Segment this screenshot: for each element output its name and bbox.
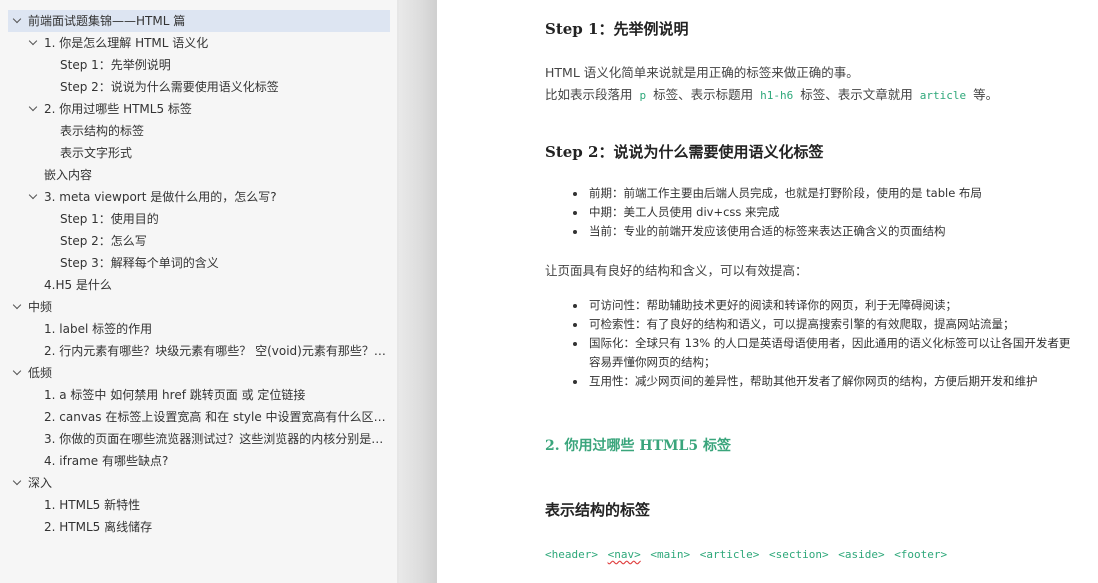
list-item: 可检索性：有了良好的结构和语义，可以提高搜索引擎的有效爬取，提高网站流量； bbox=[587, 315, 1077, 334]
step1-paragraph-line1: HTML 语义化简单来说就是用正确的标签来做正确的事。 bbox=[545, 65, 859, 80]
outline-item[interactable]: Step 1：使用目的 bbox=[8, 208, 390, 230]
code-p: p bbox=[639, 89, 647, 102]
list-item: 当前：专业的前端开发应该使用合适的标签来表达正确含义的页面结构 bbox=[587, 222, 1077, 241]
chevron-down-icon[interactable] bbox=[12, 362, 24, 384]
outline-item-label: 低频 bbox=[28, 366, 53, 380]
outline-item[interactable]: 2. 行内元素有哪些？块级元素有哪些？ 空(void)元素有那些？行内元素和块级… bbox=[8, 340, 390, 362]
outline-item-label: 2. canvas 在标签上设置宽高 和在 style 中设置宽高有什么区别？ bbox=[44, 410, 390, 424]
outline-item-label: 2. 行内元素有哪些？块级元素有哪些？ 空(void)元素有那些？行内元素和块级… bbox=[44, 344, 390, 358]
chevron-down-icon[interactable] bbox=[12, 10, 24, 32]
outline-item[interactable]: 深入 bbox=[8, 472, 390, 494]
outline-item-label: 嵌入内容 bbox=[44, 168, 93, 182]
code-h1-h6: h1-h6 bbox=[760, 89, 794, 102]
outline-item-label: 1. HTML5 新特性 bbox=[44, 498, 141, 512]
step1-text-c: 标签、表示文章就用 bbox=[800, 87, 913, 102]
outline-item-label: Step 2：说说为什么需要使用语义化标签 bbox=[60, 80, 279, 94]
step1-paragraph-line2: 比如表示段落用 p 标签、表示标题用 h1-h6 标签、表示文章就用 artic… bbox=[545, 84, 998, 107]
outline-item[interactable]: 2. 你用过哪些 HTML5 标签 bbox=[8, 98, 390, 120]
outline-item[interactable]: 低频 bbox=[8, 362, 390, 384]
list-item: 可访问性：帮助辅助技术更好的阅读和转译你的网页，利于无障碍阅读； bbox=[587, 296, 1077, 315]
outline-item-label: 表示结构的标签 bbox=[60, 124, 145, 138]
outline-item-label: 1. label 标签的作用 bbox=[44, 322, 153, 336]
step1-text-a: 比如表示段落用 bbox=[545, 87, 633, 102]
outline-item-label: 4. iframe 有哪些缺点? bbox=[44, 454, 169, 468]
outline-item[interactable]: Step 1：先举例说明 bbox=[8, 54, 390, 76]
document-page: Step 1：先举例说明 HTML 语义化简单来说就是用正确的标签来做正确的事。… bbox=[437, 0, 1098, 583]
step1-text-d: 等。 bbox=[973, 87, 999, 102]
chevron-down-icon[interactable] bbox=[12, 472, 24, 494]
outline-item[interactable]: 嵌入内容 bbox=[8, 164, 390, 186]
step1-heading: Step 1：先举例说明 bbox=[545, 20, 689, 38]
struct-tags-code: <header> <nav> <main> <article> <section… bbox=[545, 548, 950, 561]
tag-main: <main> bbox=[650, 548, 691, 561]
outline-item-label: 中频 bbox=[28, 300, 53, 314]
outline-item-label: Step 3：解释每个单词的含义 bbox=[60, 256, 219, 270]
outline-item-label: 2. 你用过哪些 HTML5 标签 bbox=[44, 102, 192, 116]
outline-item-label: 3. meta viewport 是做什么用的，怎么写? bbox=[44, 190, 277, 204]
outline-item[interactable]: Step 3：解释每个单词的含义 bbox=[8, 252, 390, 274]
tag-footer: <footer> bbox=[894, 548, 948, 561]
tag-nav: <nav> bbox=[607, 548, 641, 561]
list-item: 中期：美工人员使用 div+css 来完成 bbox=[587, 203, 1077, 222]
outline-item[interactable]: 3. meta viewport 是做什么用的，怎么写? bbox=[8, 186, 390, 208]
outline-item[interactable]: 前端面试题集锦——HTML 篇 bbox=[8, 10, 390, 32]
list-item: 互用性：减少网页间的差异性，帮助其他开发者了解你网页的结构，方便后期开发和维护 bbox=[587, 372, 1077, 391]
outline-item-label: Step 2：怎么写 bbox=[60, 234, 147, 248]
list-item: 前期：前端工作主要由后端人员完成，也就是打野阶段，使用的是 table 布局 bbox=[587, 184, 1077, 203]
tag-section: <section> bbox=[768, 548, 829, 561]
outline-item[interactable]: 1. 你是怎么理解 HTML 语义化 bbox=[8, 32, 390, 54]
h5-tags-heading: 2. 你用过哪些 HTML5 标签 bbox=[545, 438, 731, 454]
outline-item-label: 1. 你是怎么理解 HTML 语义化 bbox=[44, 36, 209, 50]
outline-item[interactable]: 1. a 标签中 如何禁用 href 跳转页面 或 定位链接 bbox=[8, 384, 390, 406]
outline-item-label: 表示文字形式 bbox=[60, 146, 133, 160]
tag-article: <article> bbox=[699, 548, 760, 561]
outline-item-label: 前端面试题集锦——HTML 篇 bbox=[28, 14, 186, 28]
chevron-down-icon[interactable] bbox=[28, 98, 40, 120]
chevron-down-icon[interactable] bbox=[12, 296, 24, 318]
list-item: 国际化：全球只有 13% 的人口是英语母语使用者，因此通用的语义化标签可以让各国… bbox=[587, 334, 1077, 372]
tag-aside: <aside> bbox=[838, 548, 885, 561]
step1-text-b: 标签、表示标题用 bbox=[653, 87, 754, 102]
outline-item[interactable]: 表示结构的标签 bbox=[8, 120, 390, 142]
step2-heading: Step 2：说说为什么需要使用语义化标签 bbox=[545, 143, 824, 161]
outline-item[interactable]: Step 2：怎么写 bbox=[8, 230, 390, 252]
outline-item[interactable]: 1. HTML5 新特性 bbox=[8, 494, 390, 516]
outline-item[interactable]: Step 2：说说为什么需要使用语义化标签 bbox=[8, 76, 390, 98]
history-list: 前期：前端工作主要由后端人员完成，也就是打野阶段，使用的是 table 布局 中… bbox=[565, 184, 1077, 241]
outline-item-label: Step 1：使用目的 bbox=[60, 212, 159, 226]
outline-sidebar: 前端面试题集锦——HTML 篇 1. 你是怎么理解 HTML 语义化 Step 1：… bbox=[0, 0, 399, 583]
outline-item[interactable]: 1. label 标签的作用 bbox=[8, 318, 390, 340]
outline-item-label: Step 1：先举例说明 bbox=[60, 58, 171, 72]
chevron-down-icon[interactable] bbox=[28, 32, 40, 54]
code-article: article bbox=[919, 89, 967, 102]
struct-tags-heading: 表示结构的标签 bbox=[545, 501, 651, 519]
outline-item[interactable]: 2. HTML5 离线储存 bbox=[8, 516, 390, 538]
benefit-list: 可访问性：帮助辅助技术更好的阅读和转译你的网页，利于无障碍阅读； 可检索性：有了… bbox=[565, 296, 1077, 391]
outline-item-label: 2. HTML5 离线储存 bbox=[44, 520, 153, 534]
outline-item-label: 1. a 标签中 如何禁用 href 跳转页面 或 定位链接 bbox=[44, 388, 306, 402]
outline-item[interactable]: 2. canvas 在标签上设置宽高 和在 style 中设置宽高有什么区别？ bbox=[8, 406, 390, 428]
outline-item[interactable]: 中频 bbox=[8, 296, 390, 318]
chevron-down-icon[interactable] bbox=[28, 186, 40, 208]
outline-item-label: 3. 你做的页面在哪些流览器测试过？这些浏览器的内核分别是什么？ bbox=[44, 432, 390, 446]
page-gutter bbox=[399, 0, 437, 583]
outline-item-label: 4.H5 是什么 bbox=[44, 278, 112, 292]
tag-header: <header> bbox=[545, 548, 598, 561]
outline-item[interactable]: 4. iframe 有哪些缺点? bbox=[8, 450, 390, 472]
benefit-intro: 让页面具有良好的结构和含义，可以有效提高： bbox=[545, 263, 808, 278]
outline-item[interactable]: 4.H5 是什么 bbox=[8, 274, 390, 296]
outline-item[interactable]: 3. 你做的页面在哪些流览器测试过？这些浏览器的内核分别是什么？ bbox=[8, 428, 390, 450]
outline-item-label: 深入 bbox=[28, 476, 53, 490]
outline-item[interactable]: 表示文字形式 bbox=[8, 142, 390, 164]
